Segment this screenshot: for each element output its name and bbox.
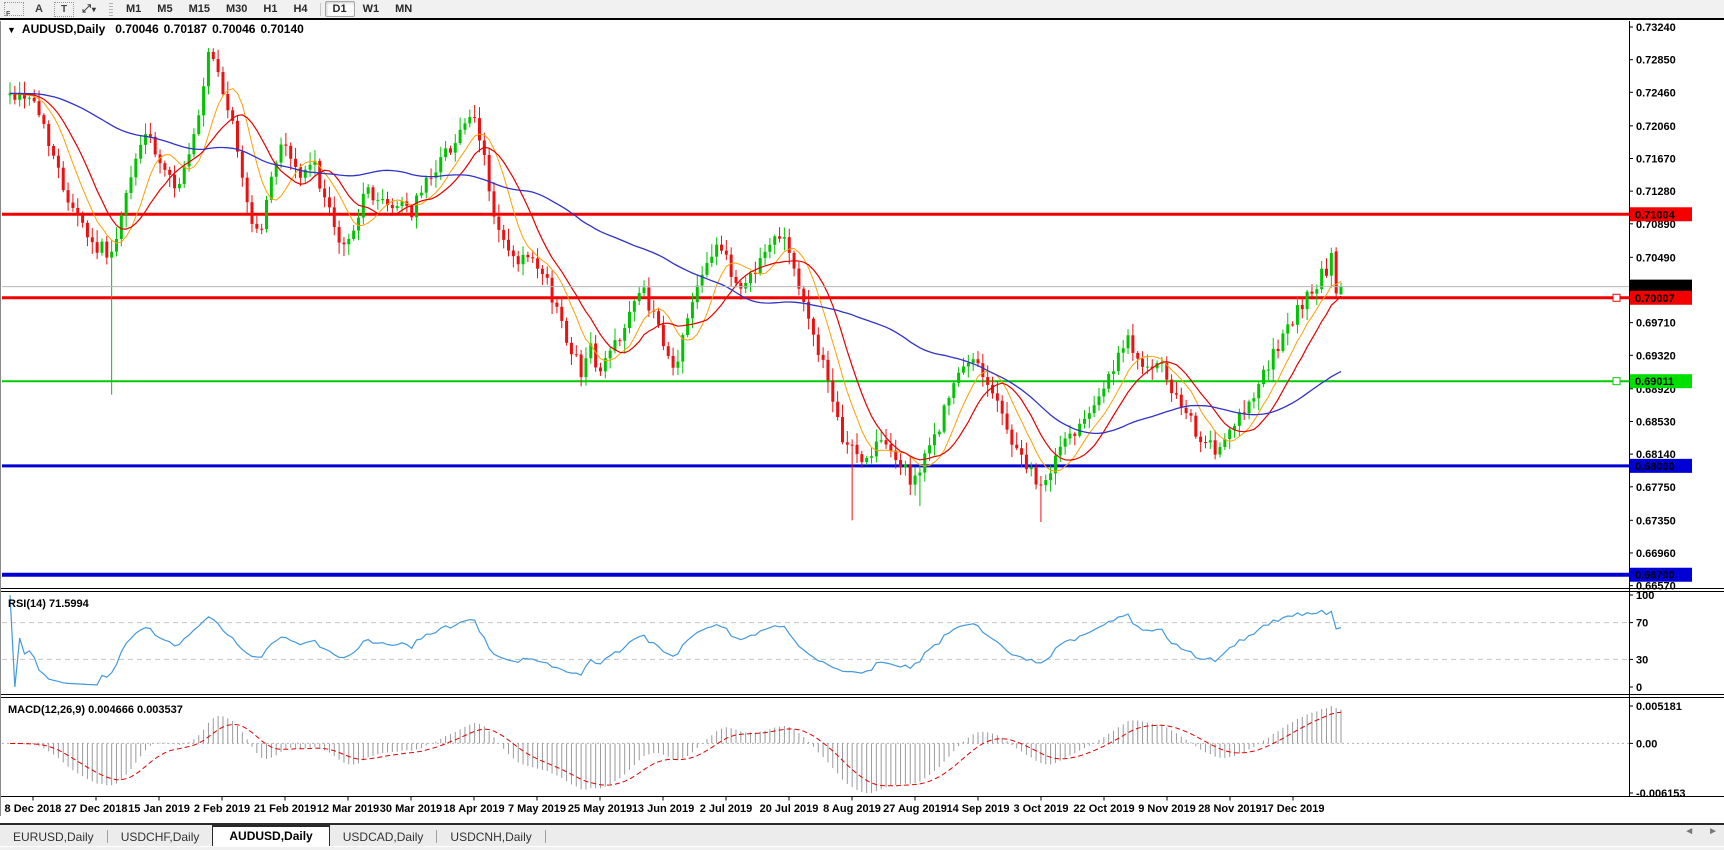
tab-separator bbox=[545, 830, 546, 843]
svg-text:0.66960: 0.66960 bbox=[1636, 548, 1676, 560]
svg-text:2 Jul 2019: 2 Jul 2019 bbox=[700, 803, 753, 815]
svg-text:15 Jan 2019: 15 Jan 2019 bbox=[128, 803, 190, 815]
svg-text:0.005181: 0.005181 bbox=[1636, 701, 1682, 713]
svg-text:0.69320: 0.69320 bbox=[1636, 350, 1676, 362]
svg-text:0.69710: 0.69710 bbox=[1636, 318, 1676, 330]
svg-text:0.66700: 0.66700 bbox=[1635, 570, 1675, 582]
timeframe-button-w1[interactable]: W1 bbox=[355, 1, 388, 17]
price-axis[interactable]: 0.73240 0.72850 0.72460 0.72060 0.71670 0.712… bbox=[1629, 22, 1676, 593]
chart-title: ▼AUDUSD,Daily0.700460.701870.700460.7014… bbox=[7, 22, 304, 36]
timeframe-button-h4[interactable]: H4 bbox=[285, 1, 315, 17]
price-badge-0.69011: 0.69011 bbox=[1630, 374, 1692, 388]
svg-text:0.72460: 0.72460 bbox=[1636, 87, 1676, 99]
svg-text:7 May 2019: 7 May 2019 bbox=[508, 803, 566, 815]
svg-text:100: 100 bbox=[1636, 590, 1654, 602]
svg-text:30: 30 bbox=[1636, 654, 1648, 666]
svg-text:25 May 2019: 25 May 2019 bbox=[568, 803, 632, 815]
svg-text:0.72060: 0.72060 bbox=[1636, 121, 1676, 133]
svg-text:3 Oct 2019: 3 Oct 2019 bbox=[1013, 803, 1068, 815]
macd-panel: 0.005181 0.00 -0.006153 bbox=[2, 701, 1686, 800]
svg-text:27 Aug 2019: 27 Aug 2019 bbox=[883, 803, 947, 815]
svg-text:2 Feb 2019: 2 Feb 2019 bbox=[194, 803, 250, 815]
tab-scroll-arrows: ◄ ► bbox=[1684, 826, 1718, 837]
window-gap bbox=[0, 816, 1724, 823]
chart-canvas[interactable]: 0.73240 0.72850 0.72460 0.72060 0.71670 0.712… bbox=[0, 19, 1724, 822]
svg-text:0.69011: 0.69011 bbox=[1635, 376, 1674, 388]
svg-text:0.71670: 0.71670 bbox=[1636, 153, 1676, 165]
svg-text:8 Aug 2019: 8 Aug 2019 bbox=[823, 803, 881, 815]
hline-handle-0.70007[interactable] bbox=[1613, 294, 1620, 301]
text-label-icon[interactable]: T bbox=[54, 2, 74, 17]
svg-text:28 Nov 2019: 28 Nov 2019 bbox=[1198, 803, 1262, 815]
svg-text:0.67350: 0.67350 bbox=[1636, 515, 1676, 527]
svg-text:0.68530: 0.68530 bbox=[1636, 416, 1676, 428]
arrows-icon[interactable]: ⤢▾ bbox=[80, 2, 98, 17]
price-badge-0.71004: 0.71004 bbox=[1630, 207, 1692, 221]
svg-text:0.70007: 0.70007 bbox=[1635, 293, 1675, 305]
toolbar-separator bbox=[320, 3, 321, 16]
svg-text:12 Mar 2019: 12 Mar 2019 bbox=[317, 803, 379, 815]
svg-text:17 Dec 2019: 17 Dec 2019 bbox=[1262, 803, 1325, 815]
tab-usdchf[interactable]: USDCHF,Daily bbox=[108, 828, 213, 846]
rsi-panel: 100 70 30 0 bbox=[2, 590, 1654, 694]
price-badge-0.66700: 0.66700 bbox=[1630, 568, 1692, 582]
timeframe-button-m5[interactable]: M5 bbox=[149, 1, 180, 17]
svg-text:70: 70 bbox=[1636, 618, 1648, 630]
macd-signal-line bbox=[10, 712, 1341, 786]
timeframe-button-h1[interactable]: H1 bbox=[255, 1, 285, 17]
svg-text:8 Dec 2018: 8 Dec 2018 bbox=[5, 803, 62, 815]
price-badge-0.68000: 0.68000 bbox=[1630, 459, 1692, 473]
macd-histogram bbox=[10, 706, 1341, 793]
svg-text:9 Nov 2019: 9 Nov 2019 bbox=[1138, 803, 1195, 815]
timeframe-button-d1[interactable]: D1 bbox=[325, 1, 355, 17]
svg-text:0.67750: 0.67750 bbox=[1636, 482, 1676, 494]
timeframe-button-mn[interactable]: MN bbox=[387, 1, 420, 17]
chart-chrome bbox=[0, 21, 1724, 816]
tab-eurusd[interactable]: EURUSD,Daily bbox=[0, 828, 107, 846]
ma-fast-line bbox=[10, 89, 1341, 472]
tab-audusd[interactable]: AUDUSD,Daily bbox=[212, 825, 329, 847]
macd-label: MACD(12,26,9) 0.004666 0.003537 bbox=[8, 704, 183, 716]
toolbar-group-handle bbox=[109, 3, 113, 16]
svg-text:0.72850: 0.72850 bbox=[1636, 55, 1676, 67]
tab-scroll-left-icon[interactable]: ◄ bbox=[1684, 826, 1694, 837]
svg-text:0: 0 bbox=[1636, 682, 1642, 694]
price-badge-0.70007: 0.70007 bbox=[1630, 291, 1692, 305]
rsi-label: RSI(14) 71.5994 bbox=[8, 598, 90, 610]
timeframe-button-m1[interactable]: M1 bbox=[118, 1, 149, 17]
timeframe-button-m15[interactable]: M15 bbox=[181, 1, 218, 17]
svg-text:18 Apr 2019: 18 Apr 2019 bbox=[443, 803, 504, 815]
svg-text:0.68000: 0.68000 bbox=[1635, 461, 1675, 473]
rsi-line bbox=[10, 595, 1341, 687]
ma-slow-line bbox=[10, 93, 1341, 433]
svg-text:14 Sep 2019: 14 Sep 2019 bbox=[947, 803, 1010, 815]
svg-text:0.71280: 0.71280 bbox=[1636, 186, 1676, 198]
font-icon[interactable]: A bbox=[30, 2, 48, 17]
tab-scroll-right-icon[interactable]: ► bbox=[1708, 826, 1718, 837]
status-strip bbox=[0, 846, 1724, 850]
svg-text:20 Jul 2019: 20 Jul 2019 bbox=[760, 803, 819, 815]
svg-text:-0.006153: -0.006153 bbox=[1636, 788, 1686, 800]
arrows-dropdown-caret[interactable]: ▾ bbox=[92, 5, 96, 14]
date-axis[interactable]: 8 Dec 201827 Dec 201815 Jan 2019 2 Feb 20… bbox=[5, 797, 1325, 816]
tab-usdcad[interactable]: USDCAD,Daily bbox=[330, 828, 437, 846]
svg-text:0.71004: 0.71004 bbox=[1635, 209, 1676, 221]
tab-usdcnh[interactable]: USDCNH,Daily bbox=[437, 828, 544, 846]
svg-text:0.00: 0.00 bbox=[1636, 738, 1657, 750]
tab-bar: EURUSD,DailyUSDCHF,DailyAUDUSD,DailyUSDC… bbox=[0, 823, 1724, 848]
svg-text:0.70490: 0.70490 bbox=[1636, 252, 1676, 264]
svg-text:27 Dec 2018: 27 Dec 2018 bbox=[65, 803, 128, 815]
svg-text:30 Mar 2019: 30 Mar 2019 bbox=[380, 803, 442, 815]
svg-text:21 Feb 2019: 21 Feb 2019 bbox=[254, 803, 316, 815]
toolbar-handle-icon[interactable]: F bbox=[4, 2, 24, 16]
svg-text:22 Oct 2019: 22 Oct 2019 bbox=[1073, 803, 1134, 815]
mt4-terminal: { "toolbar": { "tools": [ {"name": "tool… bbox=[0, 0, 1724, 849]
svg-text:13 Jun 2019: 13 Jun 2019 bbox=[632, 803, 694, 815]
candles-layer bbox=[9, 48, 1343, 522]
hline-handle-0.69011[interactable] bbox=[1613, 378, 1620, 385]
toolbar: FAT ⤢▾ M1M5M15M30H1H4 D1W1MN bbox=[0, 0, 1724, 19]
timeframe-button-m30[interactable]: M30 bbox=[218, 1, 255, 17]
svg-text:0.73240: 0.73240 bbox=[1636, 22, 1676, 34]
